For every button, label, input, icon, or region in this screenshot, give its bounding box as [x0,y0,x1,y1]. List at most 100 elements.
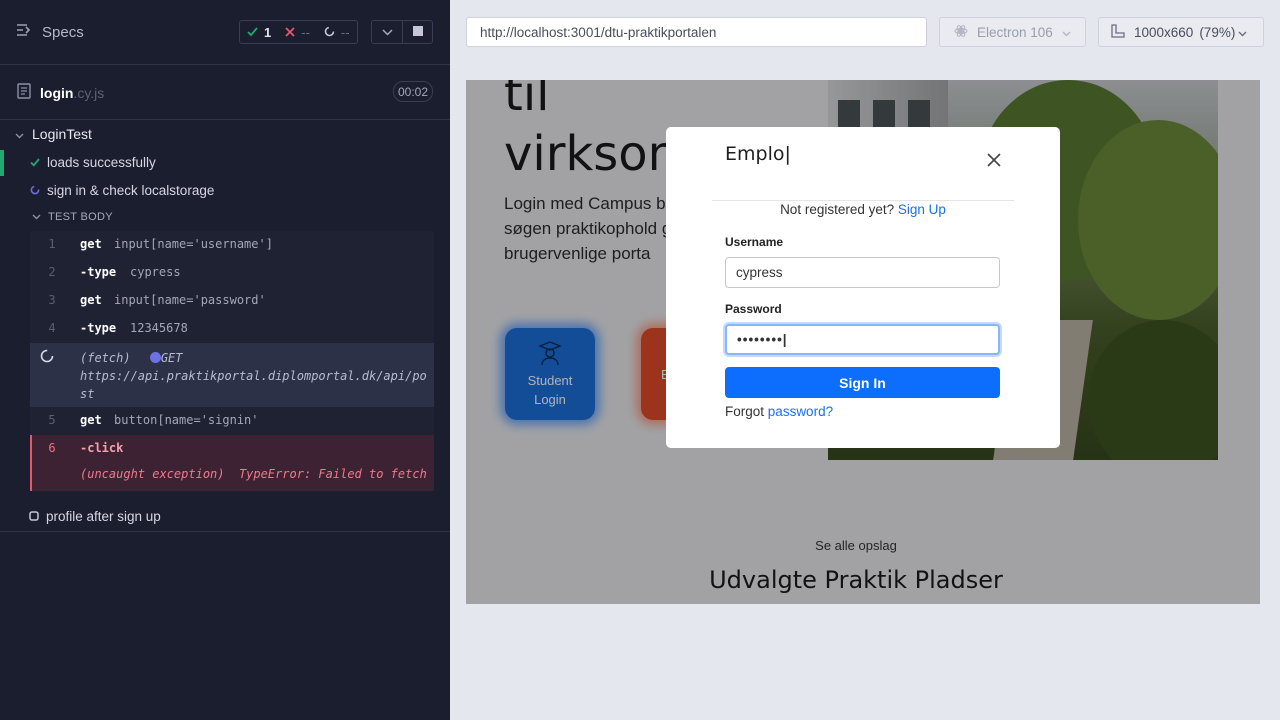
command-row[interactable]: 3 get input[name='password' [30,287,434,315]
forgot-prefix: Forgot [725,404,765,419]
error-message: (uncaught exception) TypeError: Failed t… [80,467,427,481]
duration-badge: 00:02 [393,81,433,102]
stop-button[interactable] [402,21,432,43]
command-number: 3 [48,293,56,307]
forgot-password-link[interactable]: password? [768,404,833,419]
fetch-url: https://api.praktikportal.diplomportal.d… [80,369,427,401]
run-controls [371,20,433,44]
command-number: 2 [48,265,56,279]
command-number: 4 [48,321,56,335]
login-modal: Emplo| Not registered yet? Sign Up Usern… [666,127,1060,448]
command-name: get [80,413,102,427]
ruler-icon [1111,23,1125,41]
test-item-loads-successfully[interactable]: loads successfully [30,155,156,170]
browser-select[interactable]: Electron 106 [939,17,1086,47]
password-input[interactable]: ••••••••| [725,324,1000,355]
command-name: get [80,237,102,251]
chevron-down-icon [32,211,41,223]
fetch-details: (fetch) GET https://api.praktikportal.di… [80,349,430,403]
test-title: sign in & check localstorage [47,183,215,198]
x-icon [285,25,295,40]
zoom-level: (79%) [1199,24,1236,40]
sign-in-button[interactable]: Sign In [725,367,1000,398]
password-label: Password [725,302,782,316]
command-row[interactable]: 5 get button[name='signin' [30,407,434,435]
running-spinner-icon [30,183,40,198]
signup-prompt-text: Not registered yet? [780,202,895,217]
divider [712,200,1014,201]
stop-icon [412,23,423,41]
check-icon [247,25,258,40]
passed-indicator-bar [0,150,4,176]
test-title: profile after sign up [46,509,161,524]
test-body-toggle[interactable]: TEST BODY [32,211,113,223]
test-body-label: TEST BODY [48,211,113,223]
check-icon [30,155,40,170]
electron-icon [954,24,968,41]
passed-count: 1 [264,24,272,40]
command-argument: input[name='username'] [114,237,273,251]
chevron-down-icon [15,126,24,142]
sign-up-link[interactable]: Sign Up [898,202,946,217]
command-row[interactable]: 2 -type cypress [30,259,434,287]
failed-command-row[interactable]: 6 -click (uncaught exception) TypeError:… [30,435,434,491]
command-argument: input[name='password' [114,293,266,307]
command-row[interactable]: 1 get input[name='username'] [30,231,434,259]
command-name: -type [80,321,117,335]
failed-stat: -- [278,21,317,43]
test-title: loads successfully [47,155,156,170]
command-number: 1 [48,237,56,251]
suite-title-label: LoginTest [32,126,92,142]
error-detail: TypeError: Failed to fetch [238,467,427,481]
test-stats: 1 -- -- [239,20,358,44]
url-bar[interactable]: http://localhost:3001/dtu-praktikportale… [466,17,927,47]
command-number: 5 [48,413,56,427]
loading-spinner-icon [40,349,54,366]
command-number: 6 [48,441,56,455]
pending-square-icon [29,509,39,524]
browser-name: Electron 106 [977,24,1053,40]
fetch-method: GET [160,351,183,365]
close-button[interactable] [983,151,1005,173]
modal-title: Emplo| [725,143,791,165]
command-name: get [80,293,102,307]
fetch-command-row[interactable]: (fetch) GET https://api.praktikportal.di… [30,343,434,407]
error-label: (uncaught exception) [80,467,225,481]
username-label: Username [725,235,784,249]
divider [0,531,450,532]
command-argument: cypress [130,265,181,279]
test-item-profile[interactable]: profile after sign up [29,509,161,524]
pending-count: -- [340,24,350,40]
specs-label: Specs [42,23,84,41]
username-input[interactable]: cypress [725,257,1000,288]
command-argument: button[name='signin' [114,413,259,427]
chevron-down-icon [1238,25,1247,40]
menu-arrow-icon [16,23,32,41]
url-text: http://localhost:3001/dtu-praktikportale… [480,24,717,40]
spec-file-name: login [40,84,74,101]
forgot-password: Forgot password? [725,404,833,419]
close-icon [987,152,1001,172]
pending-stat: -- [317,21,357,43]
chevron-down-icon [1062,25,1071,40]
document-icon [17,83,31,102]
viewport-select[interactable]: 1000x660 (79%) [1098,17,1264,47]
failed-count: -- [301,24,310,40]
fetch-tag: (fetch) [80,351,131,365]
command-row[interactable]: 4 -type 12345678 [30,315,434,343]
signup-prompt: Not registered yet? Sign Up [666,202,1060,217]
command-name: -click [80,441,124,455]
spec-file[interactable]: login .cy.js [17,83,104,102]
spinner-icon [324,25,335,40]
test-item-sign-in[interactable]: sign in & check localstorage [30,183,214,198]
cypress-reporter: Specs 1 -- -- login .cy.js 00:02 LoginTe… [0,0,450,720]
spec-file-extension: .cy.js [73,84,105,101]
chevron-down-icon [381,23,393,41]
auto-scroll-button[interactable] [372,21,402,43]
viewport-size: 1000x660 [1134,24,1194,40]
command-name: -type [80,265,117,279]
passed-stat: 1 [240,21,278,43]
specs-toggle-button[interactable]: Specs [16,23,84,41]
command-argument: 12345678 [130,321,188,335]
suite-title[interactable]: LoginTest [15,126,92,142]
